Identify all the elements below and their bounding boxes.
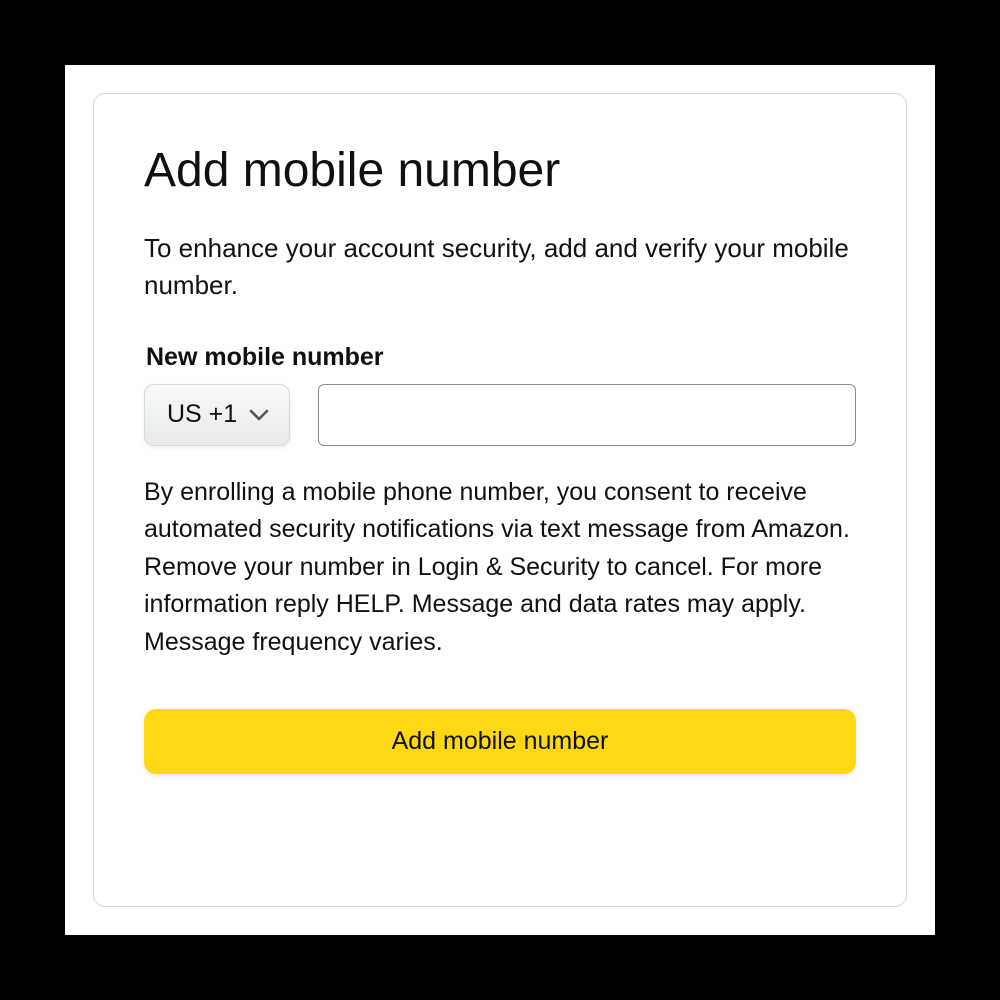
card-title: Add mobile number <box>144 142 856 200</box>
consent-disclaimer: By enrolling a mobile phone number, you … <box>144 474 856 662</box>
dialog-surface: Add mobile number To enhance your accoun… <box>65 65 935 935</box>
chevron-down-icon <box>249 408 269 422</box>
country-code-value: US +1 <box>167 400 237 429</box>
card-subtitle: To enhance your account security, add an… <box>144 230 856 305</box>
mobile-field-label: New mobile number <box>146 343 856 372</box>
country-code-select[interactable]: US +1 <box>144 384 290 446</box>
mobile-input-row: US +1 <box>144 384 856 446</box>
add-mobile-card: Add mobile number To enhance your accoun… <box>93 93 907 907</box>
mobile-number-input[interactable] <box>318 384 856 446</box>
add-mobile-button[interactable]: Add mobile number <box>144 709 856 774</box>
